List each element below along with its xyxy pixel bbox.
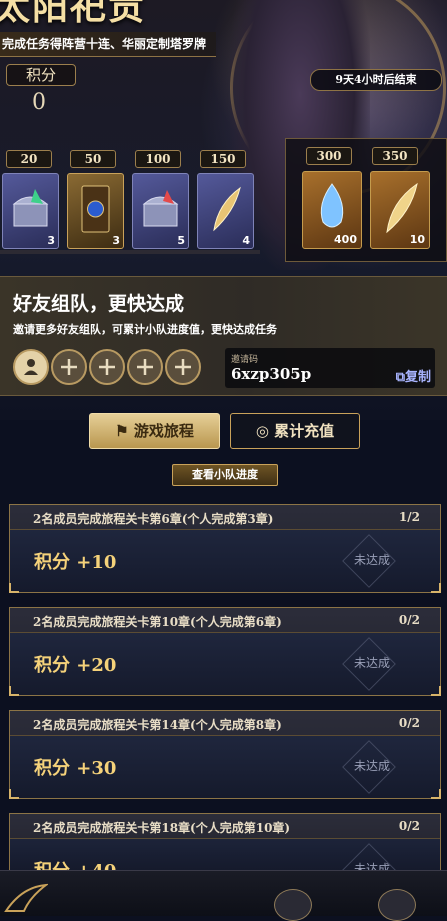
golden-feather-icon	[213, 186, 241, 232]
treasure-chest-icon	[12, 189, 49, 227]
reward-tarot-card[interactable]: 3	[67, 173, 124, 249]
invite-member-slot[interactable]	[165, 349, 201, 385]
team-title: 好友组队，更快达成	[13, 293, 185, 315]
milestone-progress-bar	[0, 250, 260, 254]
reward-quantity: 5	[177, 234, 185, 247]
reward-quantity: 3	[47, 234, 55, 247]
milestone-threshold: 50	[70, 150, 116, 168]
plus-icon	[137, 359, 153, 375]
event-title: 太阳祀贡	[0, 0, 147, 28]
points-value: 0	[32, 90, 46, 115]
milestone-threshold: 20	[6, 150, 52, 168]
view-team-progress-button[interactable]: 查看小队进度	[172, 464, 278, 486]
team-up-panel: 好友组队，更快达成 邀请更多好友组队，可累计小队进度值，更快达成任务 邀请码 6…	[0, 276, 447, 396]
tab-label: 游戏旅程	[133, 422, 194, 440]
task-reward-points: 积分 +30	[34, 758, 117, 779]
reward-quantity: 400	[334, 233, 357, 246]
wing-emblem-icon[interactable]	[4, 883, 48, 913]
task-card: 2名成员完成旅程关卡第10章(个人完成第6章) 0/2 积分 +20 未达成	[9, 607, 441, 696]
team-member-avatar[interactable]	[13, 349, 49, 385]
invite-code-label: 邀请码	[231, 355, 259, 365]
invite-member-slot[interactable]	[51, 349, 87, 385]
invite-code-box: 邀请码 6xzp305p ⧉复制	[225, 348, 435, 388]
task-progress-count: 0/2	[398, 716, 420, 730]
tab-label: 累计充值	[274, 422, 335, 440]
points-label: 积分	[6, 64, 76, 86]
reward-quantity: 3	[112, 234, 120, 247]
tab-game-journey[interactable]: ⚑ 游戏旅程	[89, 413, 220, 449]
task-name: 2名成员完成旅程关卡第6章(个人完成第3章)	[33, 512, 274, 526]
corner-ornament	[431, 789, 441, 799]
reward-feather-card[interactable]: 10	[370, 171, 430, 249]
task-header: 2名成员完成旅程关卡第14章(个人完成第8章) 0/2	[10, 711, 440, 736]
grand-rewards-panel: 300 350 400 10	[285, 138, 447, 262]
task-card: 2名成员完成旅程关卡第14章(个人完成第8章) 0/2 积分 +30 未达成	[9, 710, 441, 799]
task-progress-count: 0/2	[398, 613, 420, 627]
bottom-navigation	[0, 870, 447, 921]
milestone-threshold: 350	[372, 147, 418, 165]
event-countdown: 9天4小时后结束	[310, 69, 442, 91]
task-status-badge: 未达成	[336, 855, 408, 870]
task-reward-points: 积分 +20	[34, 655, 117, 676]
plus-icon	[61, 359, 77, 375]
team-description: 邀请更多好友组队，可累计小队进度值，更快达成任务	[13, 323, 277, 336]
reward-quantity: 10	[409, 233, 425, 246]
milestone-rewards: 20 50 100 150 3 3 5 4	[0, 148, 270, 258]
milestone-threshold: 150	[200, 150, 246, 168]
task-card: 2名成员完成旅程关卡第18章(个人完成第10章) 0/2 积分 +40 未达成	[9, 813, 441, 871]
corner-ornament	[9, 583, 19, 593]
task-progress-count: 1/2	[398, 510, 420, 524]
tarot-card-icon	[81, 185, 110, 233]
invite-member-slot[interactable]	[127, 349, 163, 385]
copy-icon: ⧉	[395, 370, 405, 385]
reward-crystal-card[interactable]: 400	[302, 171, 362, 249]
task-name: 2名成员完成旅程关卡第18章(个人完成第10章)	[33, 821, 291, 835]
task-header: 2名成员完成旅程关卡第6章(个人完成第3章) 1/2	[10, 505, 440, 530]
nav-guild-icon[interactable]	[378, 889, 416, 921]
copy-button[interactable]: ⧉复制	[396, 366, 431, 385]
reward-chest-card[interactable]: 3	[2, 173, 59, 249]
plus-icon	[99, 359, 115, 375]
map-icon: ⚑	[115, 422, 129, 440]
milestone-threshold: 100	[135, 150, 181, 168]
task-header: 2名成员完成旅程关卡第10章(个人完成第6章) 0/2	[10, 608, 440, 633]
recharge-icon: ◎	[255, 422, 269, 440]
treasure-chest-icon	[142, 190, 179, 227]
task-name: 2名成员完成旅程关卡第10章(个人完成第6章)	[33, 615, 282, 629]
invite-member-slot[interactable]	[89, 349, 125, 385]
copy-label: 复制	[404, 370, 431, 385]
event-subtitle: 完成任务得阵营十连、华丽定制塔罗牌	[0, 32, 216, 57]
corner-ornament	[9, 789, 19, 799]
reward-chest-card[interactable]: 5	[132, 173, 189, 249]
nav-home-icon[interactable]	[274, 889, 312, 921]
golden-feather-icon	[386, 182, 418, 234]
user-icon	[24, 359, 38, 375]
task-card: 2名成员完成旅程关卡第6章(个人完成第3章) 1/2 积分 +10 未达成	[9, 504, 441, 593]
blue-crystal-icon	[320, 183, 344, 228]
task-reward-points: 积分 +10	[34, 552, 117, 573]
task-header: 2名成员完成旅程关卡第18章(个人完成第10章) 0/2	[10, 814, 440, 839]
milestone-threshold: 300	[306, 147, 352, 165]
corner-ornament	[9, 686, 19, 696]
reward-quantity: 4	[242, 234, 250, 247]
task-progress-count: 0/2	[398, 819, 420, 833]
corner-ornament	[431, 686, 441, 696]
task-reward-points: 积分 +40	[34, 857, 116, 870]
task-status-badge: 未达成	[336, 752, 408, 780]
invite-code-value: 6xzp305p	[231, 365, 312, 383]
task-name: 2名成员完成旅程关卡第14章(个人完成第8章)	[33, 718, 282, 732]
plus-icon	[175, 359, 191, 375]
task-status-badge: 未达成	[336, 649, 408, 677]
tab-cumulative-recharge[interactable]: ◎ 累计充值	[230, 413, 360, 449]
task-status-badge: 未达成	[336, 546, 408, 574]
corner-ornament	[431, 583, 441, 593]
reward-feather-card[interactable]: 4	[197, 173, 254, 249]
